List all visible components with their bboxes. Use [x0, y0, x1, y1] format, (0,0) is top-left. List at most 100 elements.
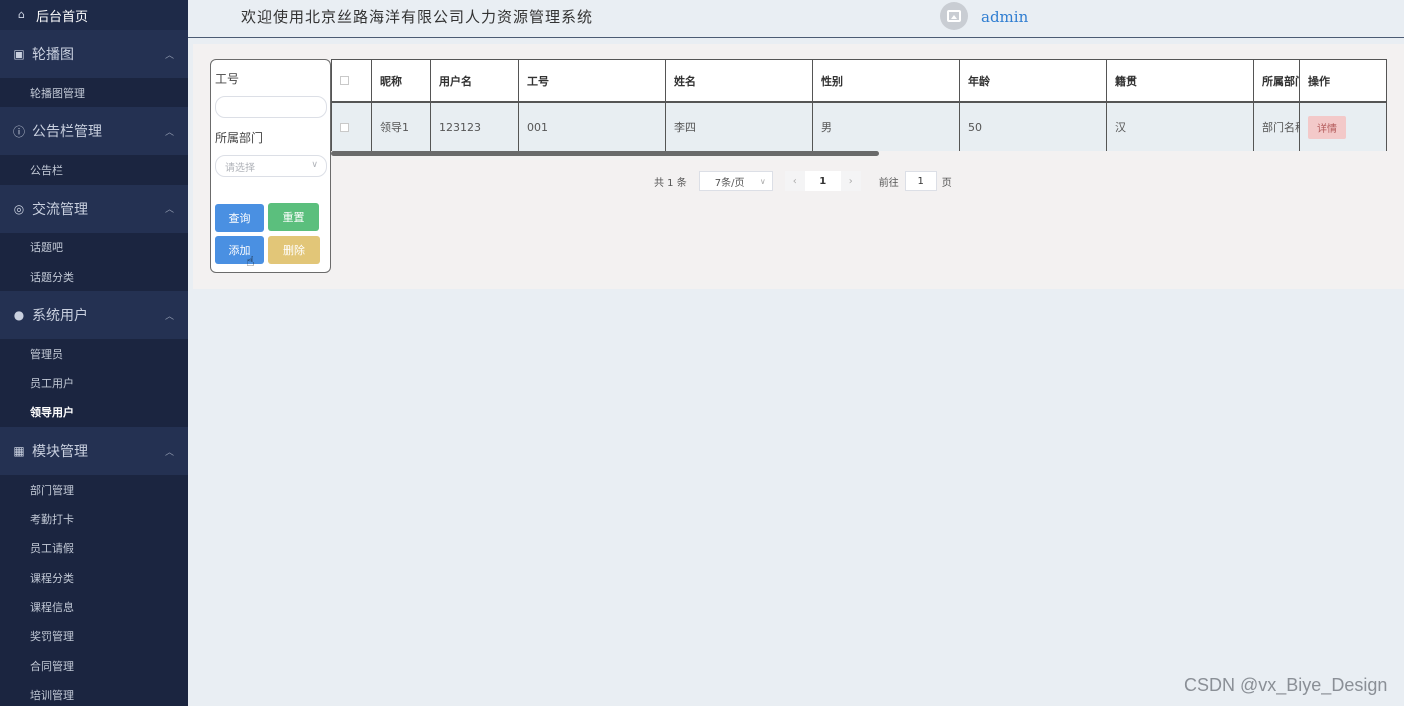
column-header[interactable]: 性别: [813, 60, 960, 101]
sidebar-submenu: 公告栏: [0, 155, 188, 185]
table-cell: 123123: [431, 103, 519, 151]
action-cell: 详情: [1300, 103, 1386, 151]
add-button[interactable]: 添加: [215, 236, 264, 264]
avatar[interactable]: [940, 2, 968, 30]
watermark: CSDN @vx_Biye_Design: [1184, 675, 1388, 695]
sidebar-group-carousel[interactable]: ▣ 轮播图 ︿: [0, 30, 188, 78]
sidebar-item-training[interactable]: 培训管理: [0, 680, 188, 706]
pagination-total: 共 1 条: [654, 177, 687, 189]
sidebar-item-contracts[interactable]: 合同管理: [0, 651, 188, 680]
info-circle-icon: ⓘ: [12, 124, 25, 139]
image-placeholder-icon: [947, 10, 961, 22]
grid-icon: ▦: [13, 444, 25, 459]
sidebar-group-label: 系统用户: [32, 308, 88, 325]
table-cell: 李四: [666, 103, 813, 151]
sidebar-item-carousel-manage[interactable]: 轮播图管理: [0, 78, 188, 107]
delete-button[interactable]: 删除: [268, 236, 320, 264]
table-cell: 汉: [1107, 103, 1254, 151]
sidebar-item-staff-users[interactable]: 员工用户: [0, 368, 188, 397]
prev-page-button[interactable]: ‹: [784, 171, 805, 191]
table-cell: 50: [960, 103, 1107, 151]
table-cell: 001: [519, 103, 666, 151]
sidebar-group-label: 轮播图: [32, 47, 74, 63]
column-header[interactable]: 姓名: [666, 60, 813, 101]
sidebar-item-leader-users[interactable]: 领导用户: [0, 397, 188, 428]
sidebar-group-notice[interactable]: ⓘ 公告栏管理 ︿: [0, 107, 188, 156]
sidebar-item-attendance[interactable]: 考勤打卡: [0, 504, 188, 533]
sidebar-item-department[interactable]: 部门管理: [0, 475, 188, 504]
column-header[interactable]: 昵称: [372, 60, 431, 101]
sidebar-item-course-info[interactable]: 课程信息: [0, 592, 188, 621]
home-icon: ⌂: [18, 8, 25, 21]
reset-button[interactable]: 重置: [268, 203, 319, 231]
sidebar-submenu: 部门管理 考勤打卡 员工请假 课程分类 课程信息 奖罚管理 合同管理 培训管理: [0, 475, 188, 706]
sidebar-item-topic-bar[interactable]: 话题吧: [0, 233, 188, 262]
sidebar-home-label: 后台首页: [36, 9, 89, 25]
sidebar-item-leave[interactable]: 员工请假: [0, 534, 188, 563]
table-cell: 部门名称: [1254, 103, 1300, 151]
page-size-select[interactable]: 7条/页 ∨: [698, 171, 773, 191]
sidebar-item-rewards[interactable]: 奖罚管理: [0, 622, 188, 651]
sidebar-group-label: 交流管理: [32, 201, 88, 218]
filter-panel: 工号 所属部门 请选择 ∨ 查询 重置 添加 删除 ☝: [210, 59, 331, 273]
row-select-cell: [332, 103, 372, 151]
page-suffix: 页: [941, 177, 952, 189]
column-header[interactable]: 籍贯: [1107, 60, 1254, 101]
sidebar-group-modules[interactable]: ▦ 模块管理 ︿: [0, 427, 188, 476]
table-row: 领导1 123123 001 李四 男 50 汉 部门名称 详情: [331, 103, 1387, 151]
department-label: 所属部门: [215, 131, 264, 145]
sidebar-submenu: 管理员 员工用户 领导用户: [0, 339, 188, 428]
sidebar-submenu: 轮播图管理: [0, 78, 188, 108]
department-select[interactable]: 请选择 ∨: [215, 155, 327, 177]
table-header-row: 昵称 用户名 工号 姓名 性别 年龄 籍贯 所属部门 操作: [331, 59, 1387, 103]
page-title: 欢迎使用北京丝路海洋有限公司人力资源管理系统: [241, 8, 594, 26]
chat-icon: ◎: [13, 201, 25, 216]
row-checkbox[interactable]: [340, 122, 349, 132]
detail-button[interactable]: 详情: [1308, 115, 1346, 139]
department-select-placeholder: 请选择: [225, 162, 255, 174]
horizontal-scrollbar[interactable]: [331, 151, 879, 156]
column-header[interactable]: 用户名: [431, 60, 519, 101]
select-all-cell: [332, 60, 372, 101]
pagination: 共 1 条 7条/页 ∨ ‹ 1 › 前往 1 页: [654, 171, 952, 191]
sidebar-group-system-users[interactable]: ● 系统用户 ︿: [0, 291, 188, 340]
sidebar-submenu: 话题吧 话题分类: [0, 232, 188, 292]
table-cell: 领导1: [372, 103, 431, 151]
sidebar-home[interactable]: ⌂ 后台首页: [0, 0, 188, 30]
sidebar-item-course-category[interactable]: 课程分类: [0, 563, 188, 592]
hand-cursor-icon: ☝: [246, 254, 255, 270]
image-icon: ▣: [13, 47, 25, 61]
user-icon: ●: [13, 308, 25, 323]
goto-page-input[interactable]: 1: [904, 171, 937, 191]
table-cell: 男: [813, 103, 960, 151]
next-page-button[interactable]: ›: [840, 171, 861, 191]
column-header[interactable]: 工号: [519, 60, 666, 101]
goto-label: 前往: [878, 177, 899, 189]
sidebar-group-label: 公告栏管理: [32, 124, 102, 141]
column-header[interactable]: 所属部门: [1254, 60, 1300, 101]
chevron-up-icon: ︿: [164, 311, 174, 322]
current-page[interactable]: 1: [804, 171, 841, 191]
data-table: 昵称 用户名 工号 姓名 性别 年龄 籍贯 所属部门 操作 领导1 123123…: [331, 59, 1387, 156]
chevron-up-icon: ︿: [164, 127, 174, 138]
main-content: 工号 所属部门 请选择 ∨ 查询 重置 添加 删除 ☝ 昵称 用户名 工号 姓名…: [193, 44, 1404, 289]
chevron-up-icon: ︿: [164, 205, 174, 216]
query-button[interactable]: 查询: [215, 204, 264, 232]
select-all-checkbox[interactable]: [340, 76, 349, 85]
chevron-up-icon: ︿: [164, 50, 174, 61]
column-header: 操作: [1308, 74, 1330, 88]
sidebar-item-topic-category[interactable]: 话题分类: [0, 262, 188, 291]
sidebar-group-exchange[interactable]: ◎ 交流管理 ︿: [0, 184, 188, 233]
sidebar: ⌂ 后台首页 ▣ 轮播图 ︿ 轮播图管理 ⓘ 公告栏管理 ︿ 公告栏 ◎ 交流管…: [0, 0, 188, 706]
id-input[interactable]: [215, 96, 327, 118]
chevron-down-icon: ∨: [311, 160, 318, 170]
chevron-down-icon: ∨: [759, 176, 766, 186]
username[interactable]: admin: [981, 8, 1028, 26]
column-header[interactable]: 年龄: [960, 60, 1107, 101]
sidebar-item-admin[interactable]: 管理员: [0, 339, 188, 368]
sidebar-group-label: 模块管理: [32, 444, 88, 461]
top-header: 欢迎使用北京丝路海洋有限公司人力资源管理系统 admin: [188, 0, 1404, 38]
chevron-up-icon: ︿: [164, 447, 174, 458]
sidebar-item-notice[interactable]: 公告栏: [0, 155, 188, 184]
id-label: 工号: [215, 72, 240, 86]
